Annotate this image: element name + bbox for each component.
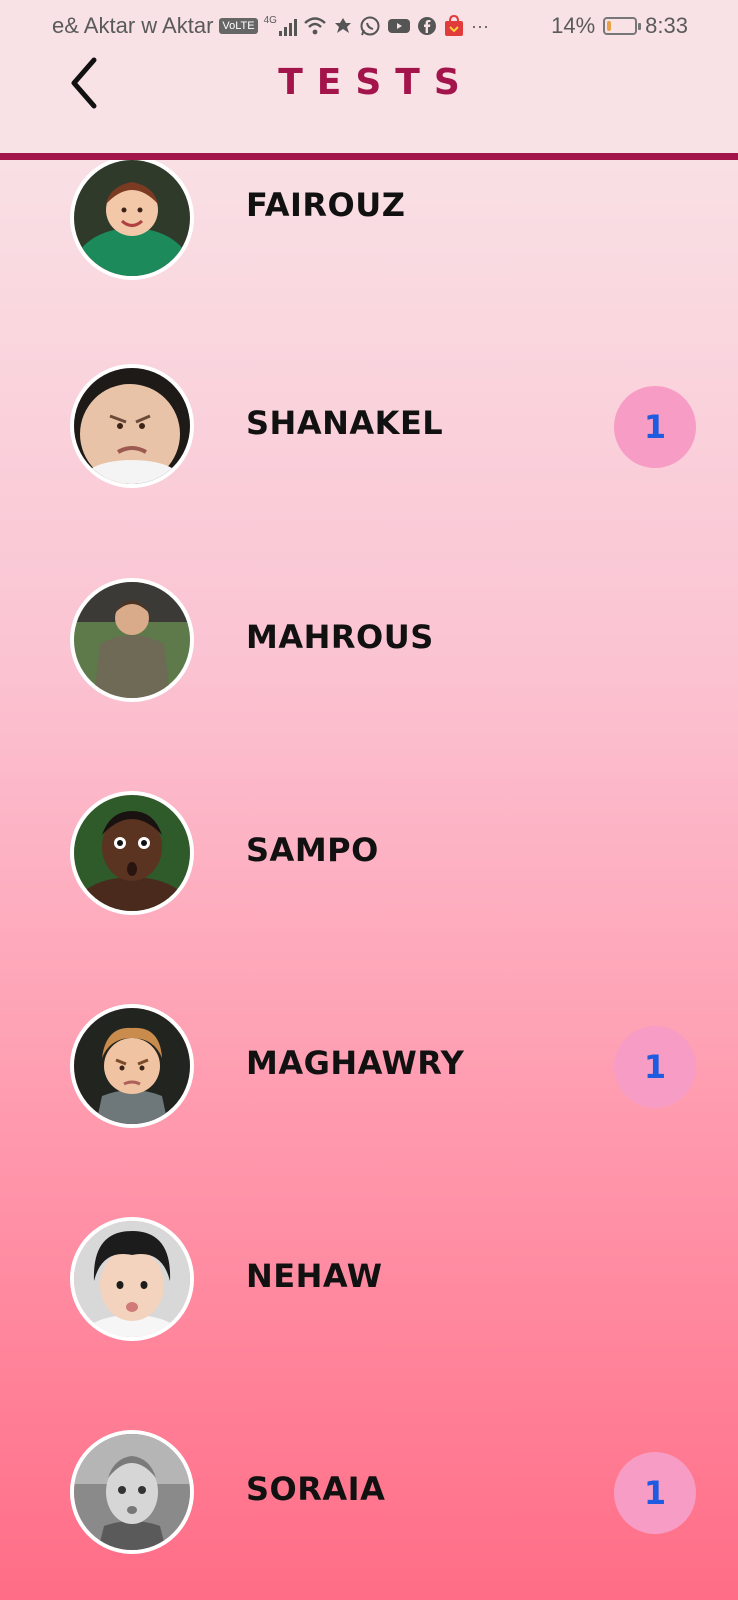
avatar (70, 578, 194, 702)
app-header: TESTS (0, 52, 738, 153)
avatar (70, 160, 194, 280)
avatar (70, 364, 194, 488)
list-item[interactable]: MAGHAWRY 1 (0, 1004, 738, 1134)
avatar (70, 791, 194, 915)
facebook-icon (417, 17, 436, 35)
list-item[interactable]: SAMPO (0, 791, 738, 921)
signal-icon: 4G (264, 16, 297, 36)
tests-list[interactable]: FAIROUZ SHANAKEL 1 MAHROUS SAMPO MAGHAWR… (0, 160, 738, 1600)
item-name: FAIROUZ (246, 186, 406, 224)
clock: 8:33 (645, 13, 688, 38)
more-notifications-icon: ··· (470, 15, 489, 36)
list-item[interactable]: MAHROUS (0, 578, 738, 708)
list-item[interactable]: SHANAKEL 1 (0, 364, 738, 494)
avatar (70, 1004, 194, 1128)
count-badge: 1 (614, 1452, 696, 1534)
count-badge: 1 (614, 1026, 696, 1108)
list-item[interactable]: FAIROUZ (0, 160, 738, 286)
count-badge: 1 (614, 386, 696, 468)
list-item[interactable]: SORAIA 1 (0, 1430, 738, 1560)
avatar (70, 1217, 194, 1341)
shop-icon (444, 15, 463, 36)
page-title: TESTS (278, 62, 474, 103)
item-name: SAMPO (246, 831, 379, 869)
header-divider (0, 153, 738, 160)
wifi-icon (304, 17, 326, 35)
item-name: MAGHAWRY (246, 1044, 465, 1082)
carrier-label: e& Aktar w Aktar (52, 13, 214, 38)
whatsapp-icon (360, 16, 380, 36)
signal-label: 4G (263, 15, 277, 26)
battery-percent: 14% (551, 13, 596, 38)
item-name: MAHROUS (246, 618, 434, 656)
item-name: SHANAKEL (246, 404, 444, 442)
item-name: NEHAW (246, 1257, 383, 1295)
list-item[interactable]: NEHAW (0, 1217, 738, 1347)
battery-fill (607, 21, 612, 31)
battery-icon (603, 17, 642, 35)
leaf-icon (334, 18, 351, 33)
volte-icon: VoLTE (219, 18, 258, 34)
avatar (70, 1430, 194, 1554)
status-bar: e& Aktar w Aktar VoLTE 4G ··· 14% 8:33 (0, 0, 738, 52)
youtube-icon (387, 19, 410, 33)
item-name: SORAIA (246, 1470, 386, 1508)
